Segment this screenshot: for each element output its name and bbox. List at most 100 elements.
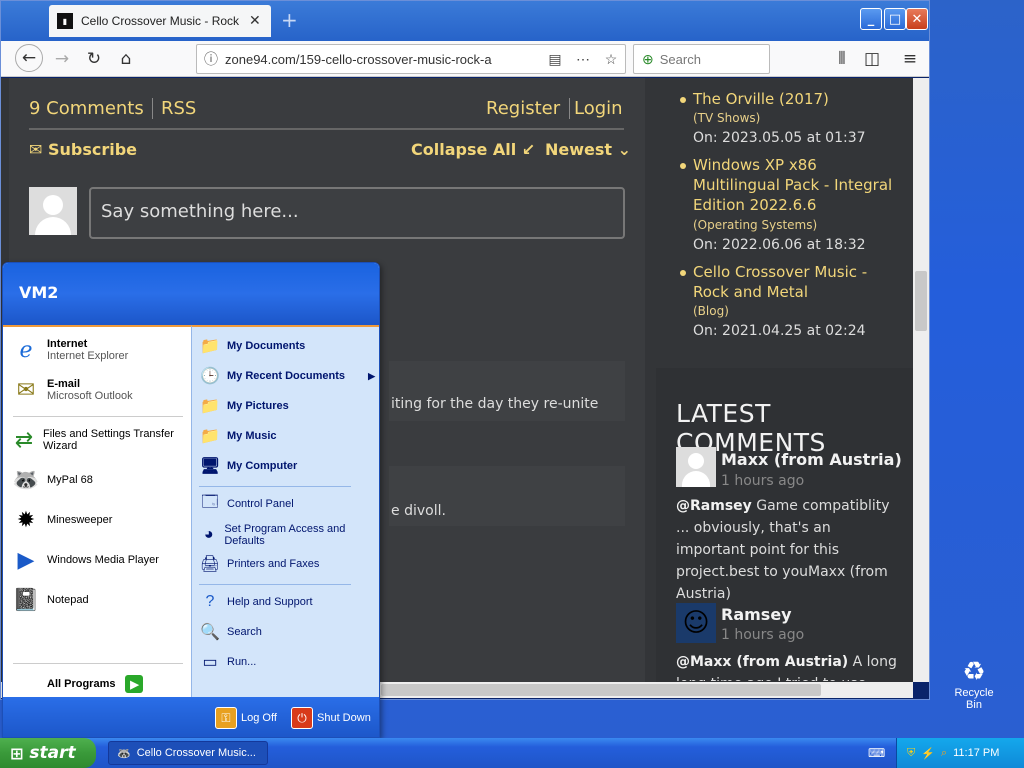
- shut-down-button[interactable]: ⏻ Shut Down: [291, 707, 371, 729]
- browser-tab[interactable]: ▮ Cello Crossover Music - Rock and M ✕: [49, 5, 271, 37]
- start-item-printers[interactable]: 🖨 Printers and Faxes: [199, 553, 319, 575]
- reload-button[interactable]: ↻: [81, 47, 107, 71]
- item-label: Set Program Access and Defaults: [224, 523, 346, 547]
- commenter-name[interactable]: Ramsey: [721, 605, 792, 624]
- computer-icon: 🖥: [199, 458, 221, 475]
- item-label: Run...: [227, 656, 257, 668]
- all-programs-button[interactable]: All Programs ▶: [47, 675, 144, 693]
- start-item-transfer-wizard[interactable]: ⇄ Files and Settings Transfer Wizard: [11, 425, 189, 455]
- close-button[interactable]: ✕: [906, 8, 928, 30]
- menu-icon[interactable]: ≡: [897, 47, 923, 71]
- recent-post-category[interactable]: (Blog): [693, 304, 729, 318]
- back-button[interactable]: ←: [15, 44, 43, 72]
- control-panel-icon: 🗔: [201, 493, 219, 511]
- recent-post-category[interactable]: (TV Shows): [693, 111, 760, 125]
- start-item-program-access[interactable]: ◕ Set Program Access and Defaults: [199, 523, 369, 547]
- start-item-recent-documents[interactable]: 🕒 My Recent Documents ▶: [199, 365, 375, 387]
- start-item-control-panel[interactable]: 🗔 Control Panel: [199, 493, 293, 515]
- start-item-search[interactable]: 🔍 Search: [199, 621, 262, 643]
- list-bullet: [680, 97, 686, 103]
- start-item-my-documents[interactable]: 📁 My Documents: [199, 335, 305, 357]
- comment-time: 1 hours ago: [721, 627, 805, 643]
- commenter-name[interactable]: Maxx (from Austria): [721, 450, 902, 469]
- network-icon[interactable]: ⚡: [921, 747, 935, 760]
- start-item-minesweeper[interactable]: ✹ Minesweeper: [11, 505, 113, 535]
- vertical-scroll-thumb[interactable]: [915, 271, 927, 331]
- search-placeholder: Search: [659, 51, 701, 67]
- recent-post-title[interactable]: The Orville (2017): [693, 89, 903, 109]
- recent-post-date: On: 2023.05.05 at 01:37: [693, 130, 866, 146]
- start-item-my-computer[interactable]: 🖥 My Computer: [199, 455, 297, 477]
- item-label: Internet: [47, 338, 88, 350]
- start-item-my-music[interactable]: 📁 My Music: [199, 425, 276, 447]
- item-label: Notepad: [47, 594, 89, 606]
- minesweeper-icon: ✹: [16, 507, 36, 532]
- separator: [199, 584, 351, 585]
- notepad-icon: 📓: [12, 587, 40, 612]
- start-item-media-player[interactable]: ▶ Windows Media Player: [11, 545, 159, 575]
- recent-post-title[interactable]: Windows XP x86 Multilingual Pack - Integ…: [693, 155, 903, 215]
- browser-titlebar: ▮ Cello Crossover Music - Rock and M ✕ +…: [1, 1, 929, 41]
- minimize-button[interactable]: _: [860, 8, 882, 30]
- rss-link[interactable]: RSS: [152, 98, 196, 119]
- home-button[interactable]: ⌂: [113, 47, 139, 71]
- recent-post-category[interactable]: (Operating Systems): [693, 218, 817, 232]
- vertical-scrollbar[interactable]: [913, 78, 929, 682]
- mypal-icon: 🦝: [12, 467, 40, 492]
- log-off-button[interactable]: ⚿ Log Off: [215, 707, 277, 729]
- user-avatar: [29, 187, 77, 235]
- library-icon[interactable]: ⫴: [829, 47, 855, 71]
- url-bar[interactable]: ⓘ zone94.com/159-cello-crossover-music-r…: [196, 44, 626, 74]
- collapse-all-link[interactable]: Collapse All ↙: [411, 140, 535, 159]
- start-item-my-pictures[interactable]: 📁 My Pictures: [199, 395, 289, 417]
- keyboard-icon[interactable]: ⌨: [868, 746, 885, 760]
- recent-documents-icon: 🕒: [200, 368, 220, 385]
- page-actions-icon[interactable]: ⋯: [569, 51, 597, 68]
- sidebar-toggle-icon[interactable]: ◫: [859, 47, 885, 71]
- arrow-right-icon: ▶: [125, 675, 144, 693]
- start-item-email[interactable]: ✉ E-mail Microsoft Outlook: [11, 375, 133, 405]
- comment-body[interactable]: @Maxx (from Austria) A long long time ag…: [676, 651, 901, 681]
- commenter-avatar: ☺: [676, 603, 716, 643]
- forward-button[interactable]: →: [49, 47, 75, 71]
- horizontal-scroll-thumb[interactable]: [381, 684, 821, 696]
- mypal-icon: 🦝: [117, 747, 131, 760]
- bookmark-star-icon[interactable]: ☆: [597, 51, 625, 68]
- register-link[interactable]: Register: [486, 98, 560, 119]
- recent-post-title[interactable]: Cello Crossover Music - Rock and Metal: [693, 262, 903, 302]
- transfer-wizard-icon: ⇄: [14, 427, 34, 452]
- reader-view-icon[interactable]: ▤: [541, 51, 569, 68]
- internet-explorer-icon: ℯ: [19, 337, 33, 362]
- login-link[interactable]: Login: [569, 98, 623, 119]
- item-label: My Documents: [227, 340, 306, 352]
- item-label: Minesweeper: [47, 514, 113, 526]
- recycle-bin-shortcut[interactable]: ♻ Recycle Bin: [946, 656, 1002, 711]
- clock[interactable]: 11:17 PM: [953, 747, 999, 759]
- item-sublabel: Microsoft Outlook: [47, 390, 133, 402]
- sort-newest-dropdown[interactable]: Newest ⌄: [545, 140, 631, 159]
- search-tray-icon[interactable]: ⌕: [941, 747, 947, 760]
- comment-text: iting for the day they re-unite: [391, 396, 599, 412]
- comment-input[interactable]: Say something here...: [89, 187, 625, 239]
- info-icon[interactable]: ⓘ: [197, 49, 225, 69]
- subscribe-link[interactable]: ✉ Subscribe: [29, 140, 137, 159]
- tab-close-icon[interactable]: ✕: [249, 13, 261, 29]
- start-item-internet[interactable]: ℯ Internet Internet Explorer: [11, 335, 128, 365]
- taskbar-item-browser[interactable]: 🦝 Cello Crossover Music...: [108, 741, 268, 765]
- item-label: Printers and Faxes: [227, 558, 320, 570]
- help-icon: ?: [205, 593, 215, 610]
- comment-body[interactable]: @Ramsey Game compatiblity ... obviously,…: [676, 495, 901, 605]
- comments-count[interactable]: 9 Comments: [29, 98, 144, 119]
- start-item-notepad[interactable]: 📓 Notepad: [11, 585, 89, 615]
- comment-box: [389, 361, 625, 421]
- new-tab-button[interactable]: +: [281, 10, 298, 30]
- start-item-run[interactable]: ▭ Run...: [199, 651, 256, 673]
- start-button[interactable]: ⊞ start: [0, 738, 96, 768]
- separator: [13, 663, 183, 664]
- separator: [13, 416, 183, 417]
- maximize-button[interactable]: □: [884, 8, 906, 30]
- start-item-mypal[interactable]: 🦝 MyPal 68: [11, 465, 93, 495]
- start-item-help[interactable]: ? Help and Support: [199, 591, 313, 613]
- search-box[interactable]: ⊕ Search: [633, 44, 770, 74]
- security-shield-icon[interactable]: ⛨: [907, 747, 915, 760]
